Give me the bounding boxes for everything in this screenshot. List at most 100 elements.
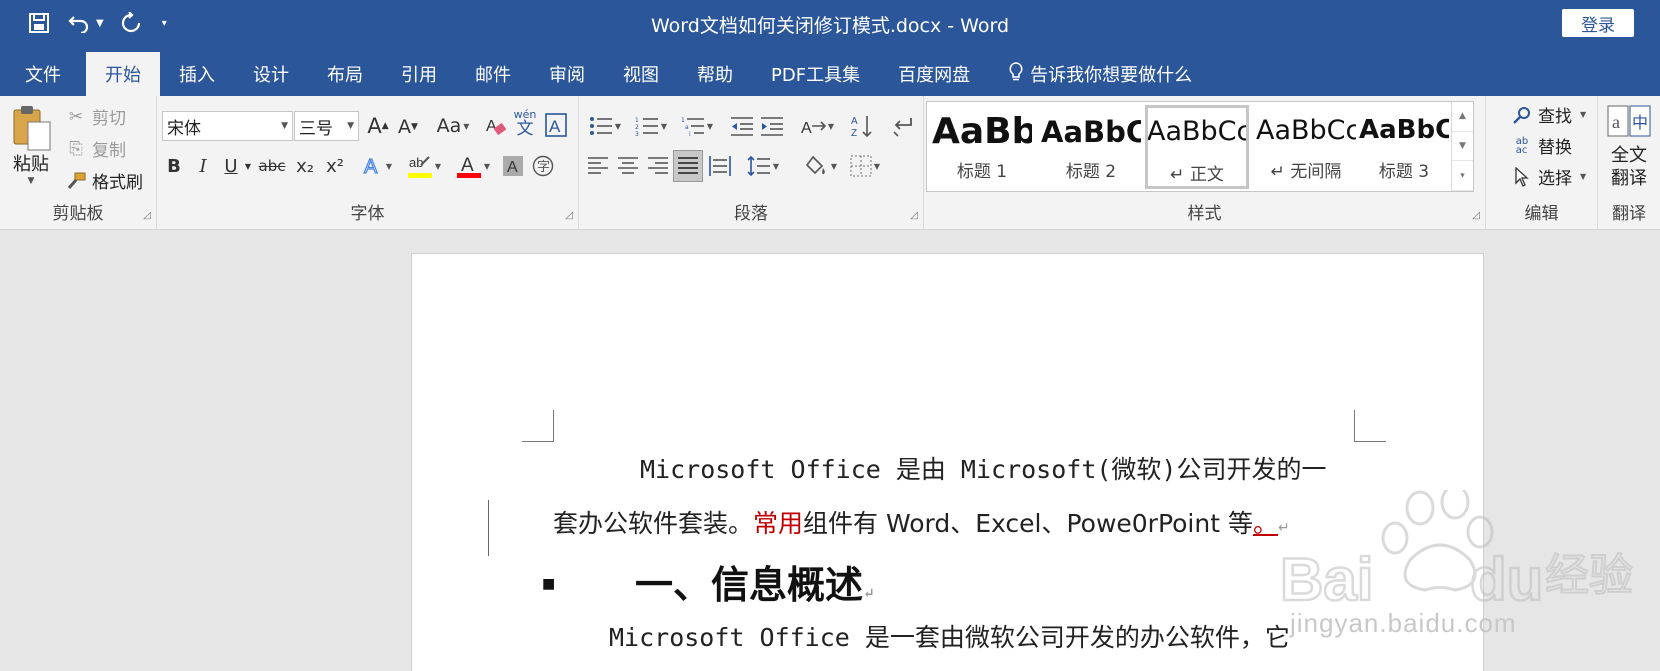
ribbon-tabs: 文件 开始 插入 设计 布局 引用 邮件 审阅 视图 帮助 PDF工具集 百度网… bbox=[0, 46, 1660, 96]
superscript-button[interactable]: x² bbox=[323, 152, 347, 180]
chinese-layout-icon[interactable]: A ▼ bbox=[797, 112, 837, 140]
tab-mailings[interactable]: 邮件 bbox=[456, 52, 530, 96]
svg-text:Z: Z bbox=[851, 128, 857, 138]
margin-corner-top-right bbox=[1354, 410, 1386, 442]
highlight-color-icon[interactable]: ab ▼ bbox=[404, 152, 444, 180]
margin-corner-top-left bbox=[522, 410, 554, 442]
sort-icon[interactable]: AZ bbox=[849, 112, 875, 140]
character-shading-icon[interactable]: A bbox=[500, 152, 526, 180]
enclose-characters-icon[interactable]: 字 bbox=[530, 152, 556, 180]
increase-indent-icon[interactable] bbox=[759, 112, 785, 140]
multilevel-list-icon[interactable]: 1 a i ▼ bbox=[677, 112, 717, 140]
watermark-url-text: jingyan.baidu.com bbox=[1290, 608, 1517, 638]
borders-icon[interactable]: ▼ bbox=[845, 152, 885, 180]
svg-text:中: 中 bbox=[1632, 113, 1648, 132]
cut-button[interactable]: ✂ 剪切 bbox=[64, 104, 126, 130]
paste-dropdown-icon[interactable]: ▼ bbox=[28, 176, 35, 186]
p1-text-b: 组件有 Word、Excel、Powe0rPoint 等 bbox=[803, 509, 1253, 538]
replace-button[interactable]: ab ac 替换 bbox=[1510, 133, 1572, 158]
show-marks-icon[interactable] bbox=[889, 112, 915, 140]
numbering-icon[interactable]: 1 2 3 ▼ bbox=[631, 112, 671, 140]
align-right-icon[interactable] bbox=[645, 152, 671, 180]
character-border-icon[interactable]: A bbox=[543, 111, 569, 139]
decrease-indent-icon[interactable] bbox=[729, 112, 755, 140]
scissors-icon: ✂ bbox=[68, 106, 84, 127]
style-heading-2-label: 标题 2 bbox=[1065, 162, 1117, 182]
svg-text:A: A bbox=[851, 116, 858, 127]
grow-font-icon[interactable]: A ▲ bbox=[365, 112, 391, 140]
tab-insert[interactable]: 插入 bbox=[160, 52, 234, 96]
select-dropdown-icon[interactable]: ▼ bbox=[1580, 172, 1586, 181]
italic-button[interactable]: I bbox=[192, 152, 214, 180]
gallery-down-icon[interactable]: ▼ bbox=[1452, 132, 1473, 162]
svg-text:A: A bbox=[549, 117, 561, 136]
paste-icon bbox=[12, 104, 51, 151]
copy-icon: ⎘ bbox=[69, 138, 83, 159]
tell-me-search[interactable]: 告诉我你想要做什么 bbox=[989, 52, 1211, 96]
change-case-icon[interactable]: Aa ▼ bbox=[433, 112, 473, 140]
paragraph-2-line-1[interactable]: Microsoft Office 是一套由微软公司开发的办公软件，它 bbox=[609, 618, 1290, 654]
font-size-combo[interactable]: 三号 ▼ bbox=[294, 111, 359, 141]
tab-design[interactable]: 设计 bbox=[234, 52, 308, 96]
distributed-icon[interactable] bbox=[707, 152, 733, 180]
tab-baidu-netdisk[interactable]: 百度网盘 bbox=[879, 52, 989, 96]
tab-home[interactable]: 开始 bbox=[86, 52, 160, 96]
subscript-button[interactable]: x₂ bbox=[293, 152, 317, 180]
tab-layout[interactable]: 布局 bbox=[308, 52, 382, 96]
revision-inserted-text: 常用 bbox=[753, 509, 804, 538]
clipboard-launcher-icon[interactable]: ◿ bbox=[143, 210, 151, 221]
svg-text:a: a bbox=[685, 124, 689, 131]
gallery-up-icon[interactable]: ▲ bbox=[1452, 102, 1473, 132]
tab-references[interactable]: 引用 bbox=[382, 52, 456, 96]
style-heading-3-preview: AaBbC bbox=[1359, 115, 1449, 145]
full-translate-button[interactable]: a中 全文 翻译 bbox=[1606, 102, 1652, 191]
paragraph-1-line-2[interactable]: 套办公软件套装。常用组件有 Word、Excel、Powe0rPoint 等。↵ bbox=[553, 504, 1290, 540]
clear-formatting-icon[interactable]: A bbox=[483, 112, 509, 140]
underline-button[interactable]: U bbox=[220, 152, 242, 180]
paragraph-launcher-icon[interactable]: ◿ bbox=[910, 210, 918, 221]
text-effects-icon[interactable]: A ▼ bbox=[358, 152, 396, 180]
style-normal[interactable]: AaBbCc ↵ 正文 bbox=[1145, 105, 1249, 189]
editing-group-label: 编辑 bbox=[1524, 204, 1559, 224]
style-heading-2[interactable]: AaBbC 标题 2 bbox=[1039, 105, 1143, 189]
phonetic-guide-icon[interactable]: wén 文 bbox=[512, 109, 538, 138]
paste-button[interactable]: 粘贴 ▼ bbox=[12, 104, 51, 186]
font-name-combo[interactable]: 宋体 ▼ bbox=[162, 111, 293, 141]
strikethrough-button[interactable]: abc bbox=[257, 152, 287, 180]
paragraph-1-line-1[interactable]: Microsoft Office 是由 Microsoft(微软)公司开发的一 bbox=[640, 450, 1327, 486]
select-button[interactable]: 选择 ▼ bbox=[1510, 164, 1586, 189]
login-button[interactable]: 登录 bbox=[1562, 9, 1634, 37]
format-painter-button[interactable]: 格式刷 bbox=[64, 168, 143, 193]
heading-paragraph-mark-icon: ↵ bbox=[863, 586, 875, 602]
line-spacing-icon[interactable]: ▼ bbox=[743, 152, 783, 180]
style-normal-preview: AaBbCc bbox=[1147, 116, 1247, 147]
align-left-icon[interactable] bbox=[585, 152, 611, 180]
bold-button[interactable]: B bbox=[163, 152, 185, 180]
find-button[interactable]: 查找 ▼ bbox=[1510, 102, 1586, 127]
font-launcher-icon[interactable]: ◿ bbox=[565, 210, 573, 221]
style-no-spacing[interactable]: AaBbCc ↵ 无间隔 bbox=[1254, 105, 1358, 189]
tab-file[interactable]: 文件 bbox=[0, 52, 86, 96]
tab-help[interactable]: 帮助 bbox=[678, 52, 752, 96]
cut-label: 剪切 bbox=[92, 109, 126, 129]
tab-view[interactable]: 视图 bbox=[604, 52, 678, 96]
heading-1-text[interactable]: 一、信息概述↵ bbox=[635, 554, 875, 609]
tab-review[interactable]: 审阅 bbox=[530, 52, 604, 96]
gallery-more-icon[interactable]: ▾ bbox=[1452, 161, 1473, 192]
justify-icon[interactable] bbox=[673, 150, 703, 182]
editing-group: 查找 ▼ ab ac 替换 选择 ▼ 编辑 bbox=[1486, 96, 1598, 230]
find-dropdown-icon[interactable]: ▼ bbox=[1580, 110, 1586, 119]
font-color-icon[interactable]: A ▼ bbox=[453, 152, 493, 180]
tab-pdf-tools[interactable]: PDF工具集 bbox=[752, 52, 879, 96]
style-heading-1[interactable]: AaBb 标题 1 bbox=[930, 105, 1034, 189]
copy-button[interactable]: ⎘ 复制 bbox=[64, 136, 126, 162]
underline-dropdown-icon[interactable]: ▼ bbox=[243, 152, 253, 180]
styles-gallery-scroll: ▲ ▼ ▾ bbox=[1451, 102, 1473, 192]
style-heading-3-label: 标题 3 bbox=[1378, 162, 1430, 182]
align-center-icon[interactable] bbox=[615, 152, 641, 180]
bullets-icon[interactable]: ▼ bbox=[585, 112, 625, 140]
shading-icon[interactable]: ▼ bbox=[801, 152, 841, 180]
styles-launcher-icon[interactable]: ◿ bbox=[1472, 210, 1480, 221]
style-heading-3[interactable]: AaBbC 标题 3 bbox=[1359, 105, 1449, 189]
shrink-font-icon[interactable]: A ▼ bbox=[395, 113, 421, 141]
